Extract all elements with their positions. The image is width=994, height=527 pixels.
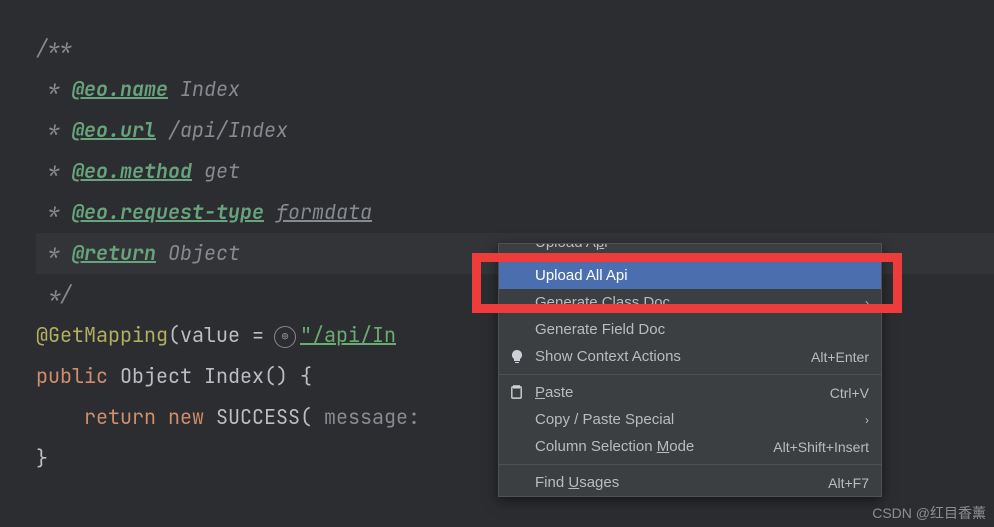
menu-item-generate-field-doc[interactable]: Generate Field Doc bbox=[499, 316, 881, 343]
doc-tag-url: @eo.url bbox=[72, 117, 156, 143]
doc-tag-name: @eo.name bbox=[72, 76, 168, 102]
doc-tag-method: @eo.method bbox=[72, 158, 192, 184]
menu-separator bbox=[499, 374, 881, 375]
web-icon[interactable]: ⊕ bbox=[274, 326, 296, 348]
watermark: CSDN @红目香薰 bbox=[872, 503, 986, 523]
doc-tag-return: @return bbox=[72, 240, 156, 266]
menu-item-copy-paste-special[interactable]: Copy / Paste Special › bbox=[499, 406, 881, 433]
doc-close: */ bbox=[36, 281, 72, 307]
menu-item-find-usages[interactable]: Find Usages Alt+F7 bbox=[499, 469, 881, 496]
menu-item-upload-all-api[interactable]: Upload All Api bbox=[499, 262, 881, 289]
chevron-right-icon: › bbox=[865, 296, 869, 310]
menu-item-show-context-actions[interactable]: Show Context Actions Alt+Enter bbox=[499, 343, 881, 370]
menu-item-upload-api[interactable]: Upload Api bbox=[499, 244, 881, 262]
doc-tag-reqtype: @eo.request-type bbox=[72, 199, 264, 225]
chevron-right-icon: › bbox=[865, 413, 869, 427]
menu-item-paste[interactable]: Paste Ctrl+V bbox=[499, 379, 881, 406]
menu-item-generate-class-doc[interactable]: Generate Class Doc › bbox=[499, 289, 881, 316]
menu-item-column-selection-mode[interactable]: Column Selection Mode Alt+Shift+Insert bbox=[499, 433, 881, 460]
paste-icon bbox=[509, 385, 524, 400]
menu-separator bbox=[499, 464, 881, 465]
doc-open: /** bbox=[36, 35, 72, 61]
annotation-getmapping: @GetMapping bbox=[36, 322, 168, 348]
context-menu: Upload Api Upload All Api Generate Class… bbox=[498, 243, 882, 497]
bulb-icon bbox=[509, 349, 525, 365]
